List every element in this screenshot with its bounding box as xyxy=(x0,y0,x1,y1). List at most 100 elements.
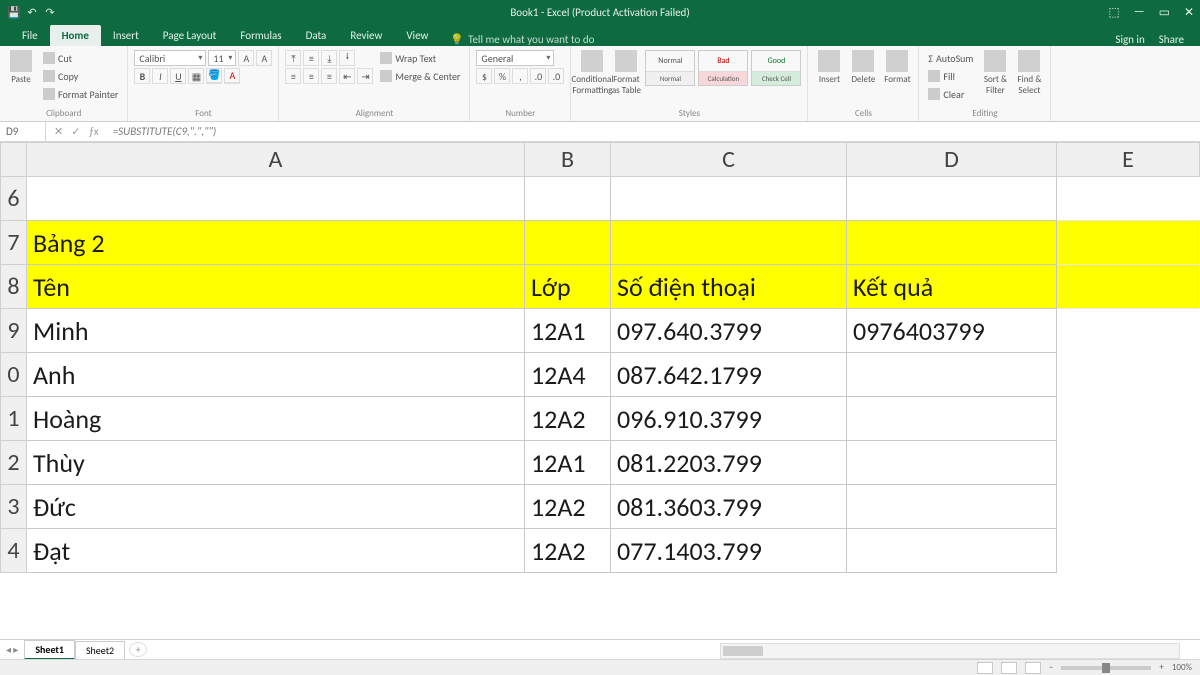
cell[interactable]: 12A2 xyxy=(525,529,611,573)
row-header[interactable]: 6 xyxy=(1,177,27,221)
col-header-A[interactable]: A xyxy=(27,143,525,177)
col-header-C[interactable]: C xyxy=(611,143,847,177)
conditional-formatting-button[interactable]: Conditional Formatting xyxy=(577,50,607,96)
row-header[interactable]: 4 xyxy=(1,529,27,573)
style-bad[interactable]: BadCalculation xyxy=(698,50,748,86)
tell-me[interactable]: 💡 Tell me what you want to do xyxy=(450,33,594,46)
cell[interactable] xyxy=(847,529,1057,573)
cell[interactable] xyxy=(1057,485,1200,529)
cell[interactable]: 12A2 xyxy=(525,397,611,441)
bold-button[interactable]: B xyxy=(134,68,150,84)
tab-view[interactable]: View xyxy=(394,25,440,46)
tab-file[interactable]: File xyxy=(10,25,50,46)
cell[interactable] xyxy=(1057,441,1200,485)
cell[interactable] xyxy=(847,221,1057,265)
merge-center-button[interactable]: Merge & Center xyxy=(377,68,463,84)
row-header[interactable]: 0 xyxy=(1,353,27,397)
format-painter-button[interactable]: Format Painter xyxy=(40,86,121,102)
tab-formulas[interactable]: Formulas xyxy=(228,25,293,46)
comma-icon[interactable]: , xyxy=(512,68,528,84)
cell[interactable]: 0976403799 xyxy=(847,309,1057,353)
cell[interactable]: 096.910.3799 xyxy=(611,397,847,441)
cell[interactable] xyxy=(1057,397,1200,441)
tab-home[interactable]: Home xyxy=(50,25,101,46)
row-header[interactable]: 7 xyxy=(1,221,27,265)
cell[interactable]: Số điện thoại xyxy=(611,265,847,309)
cell[interactable]: 12A4 xyxy=(525,353,611,397)
accounting-icon[interactable]: $ xyxy=(476,68,492,84)
row-header[interactable]: 3 xyxy=(1,485,27,529)
orientation-icon[interactable]: ⭭ xyxy=(339,50,355,66)
align-top-icon[interactable]: ⤒ xyxy=(285,50,301,66)
percent-icon[interactable]: % xyxy=(494,68,510,84)
cell[interactable] xyxy=(525,177,611,221)
delete-cells-button[interactable]: Delete xyxy=(848,50,878,85)
cell[interactable]: Minh xyxy=(27,309,525,353)
close-icon[interactable]: ✕ xyxy=(1184,5,1194,20)
fill-color-button[interactable]: 🪣 xyxy=(206,68,222,84)
row-header[interactable]: 1 xyxy=(1,397,27,441)
dec-decimal-icon[interactable]: .0 xyxy=(548,68,564,84)
cell[interactable]: Đạt xyxy=(27,529,525,573)
fill-button[interactable]: Fill xyxy=(925,68,976,84)
sheet-tab-1[interactable]: Sheet1 xyxy=(24,640,75,660)
style-normal[interactable]: NormalNormal xyxy=(645,50,695,86)
tab-data[interactable]: Data xyxy=(294,25,339,46)
align-left-icon[interactable]: ≡ xyxy=(285,68,301,84)
cell[interactable] xyxy=(1057,265,1200,309)
cell[interactable] xyxy=(1057,529,1200,573)
cell[interactable]: Thùy xyxy=(27,441,525,485)
number-format-combo[interactable]: General xyxy=(476,50,554,66)
col-header-B[interactable]: B xyxy=(525,143,611,177)
decrease-font-icon[interactable]: A xyxy=(256,50,272,66)
cell[interactable] xyxy=(847,441,1057,485)
horizontal-scrollbar[interactable] xyxy=(720,643,1180,659)
increase-font-icon[interactable]: A xyxy=(238,50,254,66)
cell[interactable]: Bảng 2 xyxy=(27,221,525,265)
font-color-button[interactable]: A xyxy=(224,68,240,84)
cell[interactable]: 12A1 xyxy=(525,309,611,353)
indent-inc-icon[interactable]: ⇥ xyxy=(357,68,373,84)
zoom-out-icon[interactable]: − xyxy=(1049,662,1053,673)
cell[interactable] xyxy=(611,221,847,265)
select-all-corner[interactable] xyxy=(1,143,27,177)
cell[interactable] xyxy=(525,221,611,265)
cell[interactable]: 077.1403.799 xyxy=(611,529,847,573)
cell[interactable]: 081.2203.799 xyxy=(611,441,847,485)
cell[interactable] xyxy=(847,177,1057,221)
autosum-button[interactable]: Σ AutoSum xyxy=(925,50,976,66)
cell[interactable]: Anh xyxy=(27,353,525,397)
cell[interactable]: Lớp xyxy=(525,265,611,309)
cell[interactable] xyxy=(847,353,1057,397)
cell[interactable] xyxy=(847,485,1057,529)
cell[interactable]: 097.640.3799 xyxy=(611,309,847,353)
share-button[interactable]: Share xyxy=(1159,33,1184,46)
sort-filter-button[interactable]: Sort & Filter xyxy=(980,50,1010,96)
indent-dec-icon[interactable]: ⇤ xyxy=(339,68,355,84)
paste-button[interactable]: Paste xyxy=(6,50,36,85)
save-icon[interactable]: 💾 xyxy=(8,6,20,18)
font-size-combo[interactable]: 11 xyxy=(208,50,236,66)
name-box[interactable]: D9 xyxy=(0,122,46,141)
align-center-icon[interactable]: ≡ xyxy=(303,68,319,84)
page-layout-view-icon[interactable] xyxy=(1001,662,1017,674)
underline-button[interactable]: U xyxy=(170,68,186,84)
cell[interactable] xyxy=(611,177,847,221)
format-cells-button[interactable]: Format xyxy=(882,50,912,85)
col-header-D[interactable]: D xyxy=(847,143,1057,177)
copy-button[interactable]: Copy xyxy=(40,68,121,84)
normal-view-icon[interactable] xyxy=(977,662,993,674)
italic-button[interactable]: I xyxy=(152,68,168,84)
formula-input[interactable]: =SUBSTITUTE(C9,".","") xyxy=(107,125,1200,138)
cell[interactable]: 12A1 xyxy=(525,441,611,485)
add-sheet-button[interactable]: + xyxy=(129,642,147,657)
cell[interactable] xyxy=(1057,177,1200,221)
spreadsheet-grid[interactable]: A B C D E 67Bảng 28TênLớpSố điện thoạiKế… xyxy=(0,142,1200,642)
undo-icon[interactable]: ↶ xyxy=(26,6,38,18)
tab-insert[interactable]: Insert xyxy=(101,25,151,46)
fx-icon[interactable]: ƒx xyxy=(88,125,98,138)
sign-in-link[interactable]: Sign in xyxy=(1115,33,1144,46)
zoom-slider[interactable] xyxy=(1061,666,1151,670)
style-good[interactable]: GoodCheck Cell xyxy=(751,50,801,86)
find-select-button[interactable]: Find & Select xyxy=(1014,50,1044,96)
